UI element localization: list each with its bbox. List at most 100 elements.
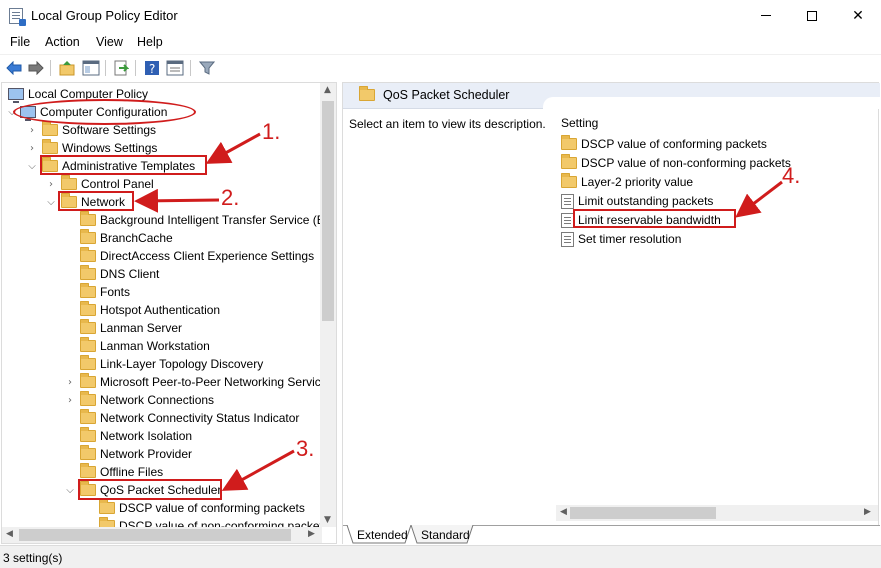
collapsed-chevron-icon[interactable]: › [45,178,57,190]
forward-arrow-icon [28,61,44,75]
filter-button[interactable] [198,59,216,77]
menu-bar: File Action View Help [0,31,881,53]
folder-icon [80,427,96,442]
tree-node-label: Lanman Workstation [100,339,210,353]
highlight-computer-configuration [13,99,196,125]
folder-icon [561,135,577,150]
menu-action[interactable]: Action [45,35,80,49]
scroll-left-icon[interactable]: ◀ [6,529,13,539]
expanded-chevron-icon[interactable]: ⌵ [64,484,76,496]
close-icon: ✕ [852,7,864,24]
menu-help[interactable]: Help [137,35,163,49]
tree-node-label: DSCP value of conforming packets [119,501,305,515]
toolbar-separator [135,60,136,76]
tree-node-network-child[interactable]: Network Connectivity Status Indicator [64,409,299,427]
folder-icon [80,247,96,262]
up-level-button[interactable] [58,59,76,77]
tree-node-network-child[interactable]: Fonts [64,283,130,301]
tree-node-label: BranchCache [100,231,173,245]
scroll-right-icon[interactable]: ▶ [308,529,315,539]
tree-node-network-child[interactable]: Lanman Workstation [64,337,210,355]
tree-node-label: DirectAccess Client Experience Settings [100,249,315,263]
scroll-thumb[interactable] [19,529,291,541]
tree-node-label: DNS Client [100,267,160,281]
tree-node-network-child[interactable]: › Network Connections [64,391,214,409]
scroll-down-icon[interactable]: ▼ [324,515,331,525]
show-hide-tree-icon [82,60,100,76]
toolbar-separator [105,60,106,76]
tree-node-network-child[interactable]: Network Provider [64,445,192,463]
setting-row[interactable]: DSCP value of non-conforming packets [557,154,791,172]
folder-icon [80,355,96,370]
properties-icon [166,60,184,76]
scroll-left-icon[interactable]: ◀ [560,507,567,517]
tree-node-network-child[interactable]: Hotspot Authentication [64,301,220,319]
setting-row[interactable]: Layer-2 priority value [557,173,693,191]
close-button[interactable]: ✕ [835,0,881,31]
menu-file[interactable]: File [10,35,30,49]
setting-label: Layer-2 priority value [581,175,694,189]
properties-button[interactable] [166,59,184,77]
tree-node-qos-child[interactable]: DSCP value of conforming packets [83,499,305,517]
folder-icon [42,139,58,154]
tab-standard[interactable]: Standard [409,526,476,545]
menu-view[interactable]: View [96,35,123,49]
tree-node-network-child[interactable]: BranchCache [64,229,173,247]
tab-extended[interactable]: Extended [345,526,414,545]
folder-icon [42,121,58,136]
folder-icon [80,265,96,280]
expanded-chevron-icon[interactable]: ⌵ [45,196,57,208]
minimize-icon [761,15,771,16]
tree-pane: Local Computer Policy ⌵ Computer Configu… [1,82,337,544]
setting-row[interactable]: Set timer resolution [557,230,681,248]
collapsed-chevron-icon[interactable]: › [64,394,76,406]
expanded-chevron-icon[interactable]: ⌵ [26,160,38,172]
tree-node-network-child[interactable]: Link-Layer Topology Discovery [64,355,263,373]
tree-vertical-scrollbar[interactable]: ▲ ▼ [320,83,336,527]
tree-node-label: Network Connections [100,393,215,407]
collapsed-chevron-icon[interactable]: › [26,124,38,136]
svg-text:?: ? [149,62,155,76]
status-bar: 3 setting(s) [0,545,881,568]
setting-label: DSCP value of non-conforming packets [581,156,791,170]
scroll-up-icon[interactable]: ▲ [324,85,331,95]
folder-icon [80,373,96,388]
setting-column-header[interactable]: Setting [561,116,598,130]
maximize-button[interactable] [789,0,835,31]
tree-node-qos-child[interactable]: DSCP value of non-conforming packets [83,517,322,527]
scroll-thumb[interactable] [322,101,334,321]
back-button[interactable] [5,59,23,77]
highlight-administrative-templates [40,155,207,175]
tree-node-network-child[interactable]: Lanman Server [64,319,182,337]
folder-icon [80,463,96,478]
folder-icon [80,445,96,460]
scroll-right-icon[interactable]: ▶ [864,507,871,517]
folder-icon [99,499,115,514]
tree-horizontal-scrollbar[interactable]: ◀ ▶ [2,527,322,543]
toolbar-separator [50,60,51,76]
folder-icon [359,86,375,101]
setting-label: DSCP value of conforming packets [581,137,767,151]
show-hide-tree-button[interactable] [82,59,100,77]
setting-row[interactable]: Limit outstanding packets [557,192,713,210]
collapsed-chevron-icon[interactable]: › [26,142,38,154]
minimize-button[interactable] [743,0,789,31]
collapsed-chevron-icon[interactable]: › [64,376,76,388]
tree-node-label: Software Settings [62,123,157,137]
folder-icon [80,229,96,244]
export-list-icon [114,60,129,76]
tree-node-network-child[interactable]: DNS Client [64,265,159,283]
tree-node-network-child[interactable]: Network Isolation [64,427,192,445]
export-list-button[interactable] [112,59,130,77]
setting-row[interactable]: DSCP value of conforming packets [557,135,767,153]
tree-node-network-child[interactable]: DirectAccess Client Experience Settings [64,247,314,265]
toolbar: ? [0,54,881,80]
tree-node-label: Network Connectivity Status Indicator [100,411,300,425]
forward-button[interactable] [27,59,45,77]
help-button[interactable]: ? [143,59,161,77]
folder-icon [80,301,96,316]
tree-node-network-child[interactable]: › Microsoft Peer-to-Peer Networking Servi… [64,373,321,391]
tree-node-network-child[interactable]: Background Intelligent Transfer Service … [64,211,322,229]
scroll-thumb[interactable] [570,507,716,519]
details-horizontal-scrollbar[interactable]: ◀ ▶ [556,505,878,521]
